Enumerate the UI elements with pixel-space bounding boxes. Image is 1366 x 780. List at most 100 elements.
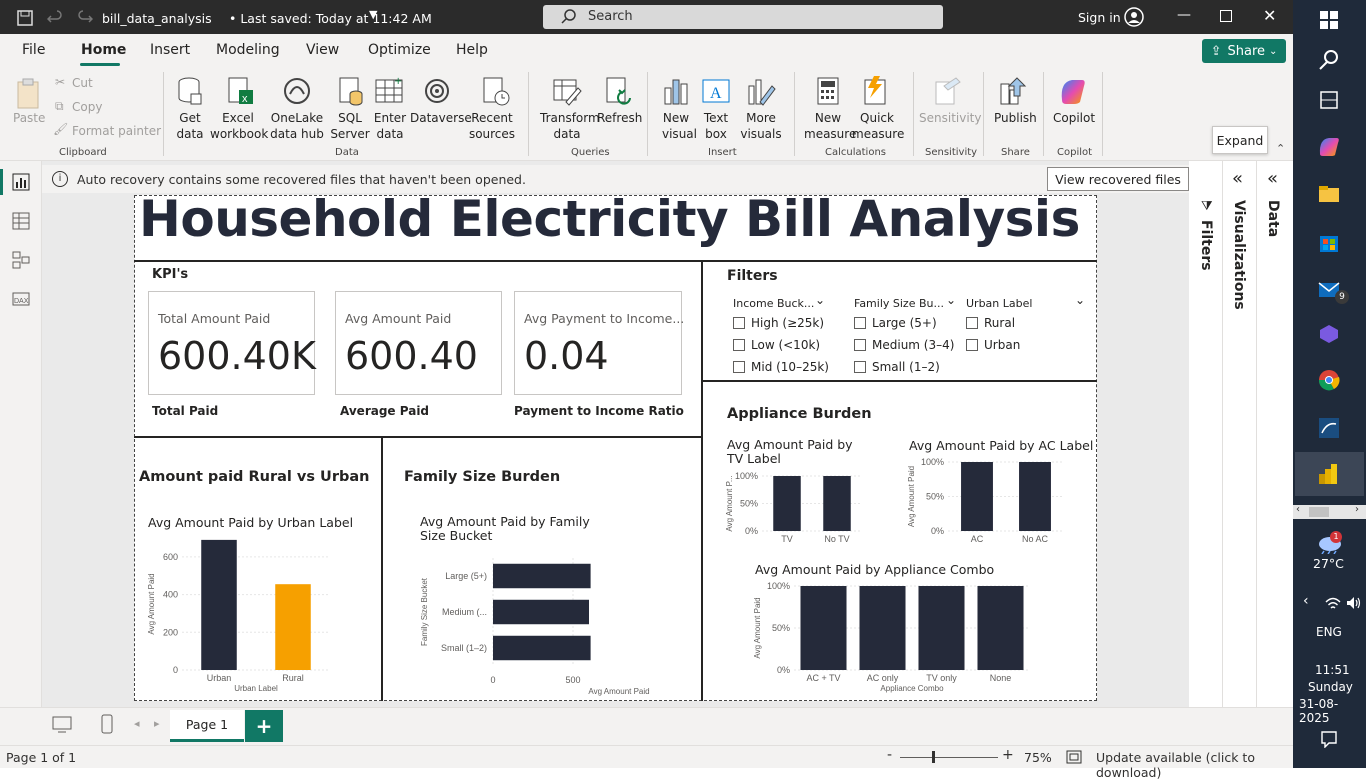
- zoom-level[interactable]: 75%: [1024, 750, 1052, 765]
- share-button[interactable]: ⇪ Share ⌄: [1202, 39, 1286, 63]
- slicer-checkbox[interactable]: [966, 339, 978, 351]
- slicer-checkbox[interactable]: [854, 317, 866, 329]
- clock-time[interactable]: 11:51: [1315, 663, 1350, 677]
- search-box[interactable]: Search: [543, 5, 943, 29]
- get-data-button[interactable]: Get data: [170, 110, 210, 142]
- more-visuals-button[interactable]: More visuals: [737, 110, 785, 142]
- menu-home[interactable]: Home: [81, 42, 126, 58]
- next-page-icon[interactable]: ▸: [154, 717, 160, 730]
- filters-pane-tab[interactable]: Filters: [1198, 220, 1214, 271]
- slicer-checkbox[interactable]: [966, 317, 978, 329]
- chevron-down-icon[interactable]: ▼: [369, 8, 377, 21]
- slicer-option[interactable]: Small (1–2): [872, 360, 940, 374]
- collapse-ribbon-icon[interactable]: ⌃: [1276, 142, 1285, 155]
- scroll-thumb[interactable]: [1309, 507, 1329, 517]
- paste-icon[interactable]: [15, 78, 43, 110]
- slicer-option[interactable]: Medium (3–4): [872, 338, 954, 352]
- sql-server-button[interactable]: SQL Server: [330, 110, 370, 142]
- windows-start-icon[interactable]: [1317, 8, 1341, 32]
- fit-to-page-icon[interactable]: [1066, 750, 1082, 764]
- save-icon[interactable]: [17, 10, 33, 26]
- model-view-icon[interactable]: [12, 251, 30, 269]
- close-icon[interactable]: ✕: [1263, 6, 1276, 25]
- chevron-down-icon[interactable]: ⌄: [946, 293, 956, 307]
- copy-button[interactable]: Copy: [72, 99, 102, 115]
- slicer-checkbox[interactable]: [854, 361, 866, 373]
- add-page-button[interactable]: +: [245, 710, 283, 742]
- update-available-link[interactable]: Update available (click to download): [1096, 750, 1293, 780]
- taskbar-scrollbar[interactable]: ‹ ›: [1293, 504, 1366, 519]
- transform-data-button[interactable]: Transform data: [540, 110, 600, 142]
- page-tab[interactable]: Page 1: [170, 710, 244, 742]
- user-avatar-icon[interactable]: [1124, 7, 1144, 27]
- slicer-option[interactable]: Large (5+): [872, 316, 937, 330]
- slicer-option[interactable]: High (≥25k): [751, 316, 824, 330]
- zoom-out-icon[interactable]: -: [887, 747, 892, 763]
- zoom-in-icon[interactable]: +: [1002, 747, 1014, 763]
- new-visual-button[interactable]: New visual: [662, 110, 697, 142]
- notifications-icon[interactable]: [1320, 730, 1338, 748]
- dax-query-view-icon[interactable]: DAX: [12, 290, 30, 308]
- quick-measure-button[interactable]: Quick measure: [852, 110, 904, 142]
- zoom-slider-track[interactable]: [900, 757, 998, 758]
- ac-label-chart[interactable]: 0% 50% 100% AC No AC Avg Amount Paid: [904, 452, 1084, 548]
- chevron-down-icon[interactable]: ⌄: [815, 293, 825, 307]
- slicer-checkbox[interactable]: [854, 339, 866, 351]
- slicer-checkbox[interactable]: [733, 361, 745, 373]
- data-pane-tab[interactable]: Data: [1265, 200, 1281, 237]
- clock-day[interactable]: Sunday: [1308, 680, 1353, 694]
- expand-chevrons-icon[interactable]: «: [1267, 168, 1278, 189]
- chrome-icon[interactable]: [1317, 368, 1341, 392]
- menu-file[interactable]: File: [22, 42, 45, 58]
- mysql-workbench-icon[interactable]: [1317, 416, 1341, 440]
- scroll-left-icon[interactable]: ‹: [1296, 504, 1300, 515]
- microsoft-store-icon[interactable]: [1317, 230, 1341, 254]
- minimize-icon[interactable]: —: [1177, 7, 1191, 23]
- sign-in-link[interactable]: Sign in: [1078, 10, 1121, 25]
- onelake-data-hub-button[interactable]: OneLake data hub: [267, 110, 327, 142]
- task-view-icon[interactable]: [1317, 88, 1341, 112]
- input-language[interactable]: ENG: [1316, 625, 1342, 639]
- mobile-layout-icon[interactable]: [101, 714, 113, 734]
- slicer-checkbox[interactable]: [733, 317, 745, 329]
- chevron-down-icon[interactable]: ⌄: [1075, 293, 1085, 307]
- copilot-app-icon[interactable]: [1317, 134, 1341, 158]
- new-measure-button[interactable]: New measure: [804, 110, 856, 142]
- menu-help[interactable]: Help: [456, 42, 488, 58]
- copilot-button[interactable]: Copilot: [1053, 110, 1095, 126]
- save-status[interactable]: • Last saved: Today at 11:42 AM: [229, 11, 432, 26]
- maximize-icon[interactable]: [1220, 10, 1232, 22]
- table-view-icon[interactable]: [12, 212, 30, 230]
- undo-icon[interactable]: [47, 10, 63, 26]
- visual-studio-icon[interactable]: [1317, 322, 1341, 346]
- slicer-option[interactable]: Rural: [984, 316, 1015, 330]
- family-size-chart[interactable]: 0 500 Large (5+) Medium (... Small (1–2) Avg …: [415, 548, 685, 700]
- recent-sources-button[interactable]: Recent sources: [466, 110, 518, 142]
- cut-button[interactable]: Cut: [72, 75, 93, 91]
- expand-chevrons-icon[interactable]: «: [1232, 168, 1243, 189]
- menu-insert[interactable]: Insert: [150, 42, 190, 58]
- menu-optimize[interactable]: Optimize: [368, 42, 431, 58]
- scroll-right-icon[interactable]: ›: [1355, 504, 1359, 515]
- menu-modeling[interactable]: Modeling: [216, 42, 280, 58]
- volume-icon[interactable]: [1346, 596, 1362, 610]
- publish-button[interactable]: Publish: [994, 110, 1037, 126]
- dataverse-button[interactable]: Dataverse: [410, 110, 472, 126]
- refresh-button[interactable]: Refresh: [597, 110, 642, 126]
- file-explorer-icon[interactable]: [1317, 182, 1341, 206]
- slicer-option[interactable]: Mid (10–25k): [751, 360, 829, 374]
- search-icon[interactable]: [1317, 48, 1341, 72]
- zoom-slider-thumb[interactable]: [932, 751, 935, 763]
- tray-chevron-icon[interactable]: ‹: [1303, 593, 1309, 609]
- slicer-option[interactable]: Urban: [984, 338, 1020, 352]
- text-box-button[interactable]: Text box: [702, 110, 730, 142]
- appliance-combo-chart[interactable]: 0% 50% 100% AC + TV AC only TV only None Applia…: [750, 578, 1070, 696]
- view-recovered-files-button[interactable]: View recovered files: [1047, 167, 1189, 191]
- clock-date[interactable]: 31-08-2025: [1299, 697, 1366, 725]
- excel-workbook-button[interactable]: Excel workbook: [210, 110, 268, 142]
- sensitivity-button[interactable]: Sensitivity: [919, 110, 981, 126]
- desktop-layout-icon[interactable]: [52, 716, 72, 734]
- urban-label-chart[interactable]: 0 200 400 600 Urban Rural Urban Label Avg Amoun…: [140, 530, 370, 700]
- tv-label-chart[interactable]: 0% 50% 100% TV No TV Avg Amount P...: [722, 466, 872, 548]
- format-painter-button[interactable]: Format painter: [72, 123, 161, 139]
